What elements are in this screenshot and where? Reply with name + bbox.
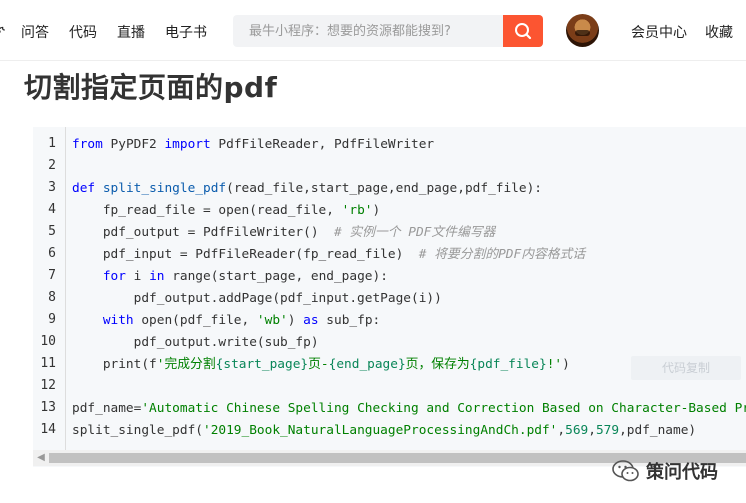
line-number: 7 — [48, 268, 56, 283]
code-line: pdf_input = PdfFileReader(fp_read_file) … — [72, 247, 586, 262]
nav-link-member-center[interactable]: 会员中心 — [631, 22, 687, 42]
line-number: 10 — [40, 334, 56, 349]
search-icon — [515, 23, 532, 40]
line-number: 2 — [48, 158, 56, 173]
line-number: 11 — [40, 356, 56, 371]
line-number: 1 — [48, 136, 56, 151]
code-line: pdf_output.addPage(pdf_input.getPage(i)) — [72, 291, 442, 306]
watermark: 策问代码 — [612, 456, 718, 486]
nav-link-code[interactable]: 代码 — [69, 22, 97, 42]
code-line: fp_read_file = open(read_file, 'rb') — [72, 203, 381, 218]
line-number: 13 — [40, 400, 56, 415]
code-line: pdf_output = PdfFileWriter() # 实例一个 PDF文… — [72, 225, 496, 240]
code-block: 1 2 3 4 5 6 7 8 9 10 11 12 13 14 from Py… — [33, 127, 746, 467]
line-number: 6 — [48, 246, 56, 261]
code-line: def split_single_pdf(read_file,start_pag… — [72, 181, 543, 196]
code-line: from PyPDF2 import PdfFileReader, PdfFil… — [72, 137, 435, 152]
nav-link-favorites[interactable]: 收藏 — [705, 22, 733, 42]
scroll-left-arrow-icon[interactable]: ◀ — [33, 450, 49, 466]
page-title: 切割指定页面的pdf — [24, 71, 278, 104]
search-input[interactable] — [233, 15, 503, 47]
nav-link-qa[interactable]: 问答 — [21, 22, 49, 42]
line-number: 9 — [48, 312, 56, 327]
copy-code-hint[interactable]: 代码复制 — [631, 356, 741, 380]
code-line: with open(pdf_file, 'wb') as sub_fp: — [72, 313, 381, 328]
code-line: print(f'完成分割{start_page}页-{end_page}页，保存… — [72, 357, 570, 372]
top-navigation-bar: ɝ 问答 代码 直播 电子书 会员中心 收藏 — [0, 0, 746, 61]
nav-link-partial[interactable]: ɝ — [0, 22, 5, 38]
wechat-icon — [612, 460, 639, 482]
line-number: 8 — [48, 290, 56, 305]
line-number: 12 — [40, 378, 56, 393]
code-line: for i in range(start_page, end_page): — [72, 269, 388, 284]
nav-link-live[interactable]: 直播 — [117, 22, 145, 42]
code-line: split_single_pdf('2019_Book_NaturalLangu… — [72, 423, 697, 438]
line-number: 4 — [48, 202, 56, 217]
line-number: 5 — [48, 224, 56, 239]
code-line: pdf_name='Automatic Chinese Spelling Che… — [72, 401, 746, 416]
line-number: 3 — [48, 180, 56, 195]
user-avatar[interactable] — [566, 14, 599, 47]
code-line: pdf_output.write(sub_fp) — [72, 335, 319, 350]
line-number-gutter: 1 2 3 4 5 6 7 8 9 10 11 12 13 14 — [33, 127, 66, 453]
search-button[interactable] — [503, 15, 543, 47]
watermark-text: 策问代码 — [646, 462, 718, 483]
nav-link-ebook[interactable]: 电子书 — [165, 22, 207, 42]
line-number: 14 — [40, 422, 56, 437]
